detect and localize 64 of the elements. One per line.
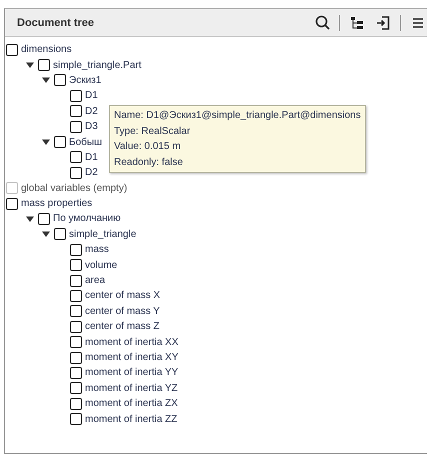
checkbox[interactable]: [70, 290, 82, 302]
tree-item-label[interactable]: dimensions: [21, 44, 72, 56]
checkbox[interactable]: [70, 413, 82, 426]
tree-item-label[interactable]: D1: [85, 152, 98, 163]
checkbox[interactable]: [70, 398, 82, 410]
tree-item-label[interactable]: Эскиз1: [69, 74, 102, 86]
search-button[interactable]: [313, 14, 331, 32]
tree-item-label[interactable]: D3: [85, 121, 98, 132]
checkbox[interactable]: [70, 366, 82, 379]
checkbox[interactable]: [70, 382, 82, 394]
tree-item-label[interactable]: moment of inertia YZ: [85, 382, 178, 394]
tree-item-label[interactable]: volume: [85, 260, 118, 271]
checkbox[interactable]: [70, 244, 82, 256]
checkbox[interactable]: [70, 320, 82, 333]
tree-item-label[interactable]: Бобыш: [69, 136, 102, 148]
checkbox[interactable]: [6, 44, 18, 56]
checkbox[interactable]: [70, 259, 82, 272]
tree-item-label[interactable]: center of mass Z: [85, 321, 160, 332]
checkbox[interactable]: [54, 74, 66, 86]
checkbox[interactable]: [38, 212, 50, 225]
tree-item-label[interactable]: По умолчанию: [53, 213, 121, 224]
expand-toggle[interactable]: [41, 75, 51, 86]
tree-item-label[interactable]: simple_triangle.Part: [53, 60, 142, 71]
hierarchy-icon: [350, 16, 364, 30]
expand-toggle[interactable]: [41, 229, 51, 240]
tree-item-label[interactable]: center of mass X: [85, 290, 160, 302]
tooltip-line: Type: RealScalar: [114, 124, 192, 138]
tree-item-label[interactable]: simple_triangle: [69, 228, 136, 240]
checkbox[interactable]: [70, 151, 82, 164]
checkbox[interactable]: [70, 336, 82, 348]
tree-item-label[interactable]: center of mass Y: [85, 306, 160, 317]
tree-item-label[interactable]: mass properties: [21, 198, 92, 210]
tree-item-label[interactable]: moment of inertia ZZ: [85, 414, 178, 425]
menu-icon: [412, 16, 424, 28]
checkbox[interactable]: [70, 305, 82, 318]
panel-title: Document tree: [17, 16, 96, 28]
expand-toggle[interactable]: [25, 214, 35, 224]
tree-item-label[interactable]: D1: [85, 90, 98, 102]
tree-item-label[interactable]: moment of inertia XX: [85, 336, 178, 348]
expand-toggle[interactable]: [41, 137, 51, 148]
tree-item-label[interactable]: D2: [85, 106, 98, 117]
import-icon: [376, 16, 390, 30]
checkbox[interactable]: [54, 136, 66, 148]
tooltip-line: Name: D1@Эскиз1@simple_triangle.Part@dimensions: [114, 109, 361, 123]
checkbox[interactable]: [70, 120, 82, 133]
checkbox[interactable]: [54, 228, 66, 240]
tree-item-label[interactable]: D2: [85, 167, 98, 178]
search-icon: [314, 15, 330, 30]
tree-item-label[interactable]: moment of inertia XY: [85, 352, 178, 363]
checkbox[interactable]: [38, 59, 50, 72]
import-button[interactable]: [374, 14, 392, 32]
tooltip-line: Value: 0.015 m: [114, 140, 182, 154]
checkbox[interactable]: [70, 352, 82, 364]
checkbox[interactable]: [70, 166, 82, 179]
expand-toggle[interactable]: [25, 60, 35, 70]
checkbox[interactable]: [70, 90, 82, 102]
checkbox[interactable]: [70, 274, 82, 287]
tooltip-line: Readonly: false: [114, 156, 184, 170]
tree-item-label[interactable]: moment of inertia ZX: [85, 398, 178, 410]
checkbox[interactable]: [6, 198, 18, 210]
tree-item-label[interactable]: moment of inertia YY: [85, 367, 178, 378]
tree-item-label[interactable]: area: [85, 275, 106, 286]
tree-item-label[interactable]: mass: [85, 244, 109, 256]
checkbox[interactable]: [70, 105, 82, 118]
